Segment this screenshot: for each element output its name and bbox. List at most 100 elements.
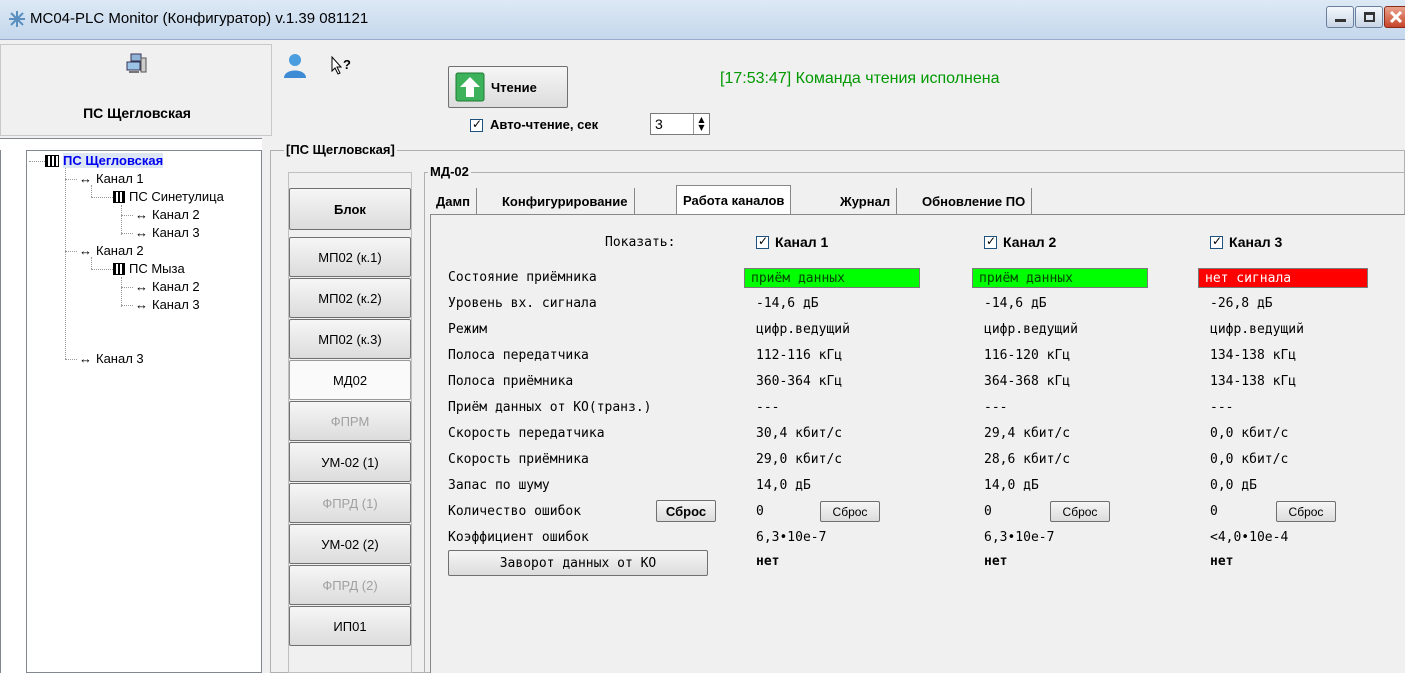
channel-3-noise-margin: 0,0 дБ <box>1210 478 1257 493</box>
channel-2-label: Канал 2 <box>1003 234 1057 250</box>
channel-1-loopback: нет <box>756 554 780 569</box>
device-name: ПС Щегловская <box>83 105 191 121</box>
channel-2-reset-button[interactable]: Сброс <box>1050 501 1110 522</box>
channel-1-rx-from-ko: --- <box>756 400 780 415</box>
tree-item-label: Канал 2 <box>152 207 200 222</box>
block-button[interactable]: Блок <box>289 188 411 230</box>
user-icon[interactable] <box>282 52 308 80</box>
device-icon <box>113 262 125 275</box>
tree-item-channel[interactable]: ↔ Канал 3 <box>79 351 144 366</box>
row-label-level: Уровень вх. сигнала <box>448 296 597 311</box>
tree-item-channel[interactable]: ↔ Канал 2 <box>135 207 200 222</box>
close-icon <box>1389 10 1403 24</box>
row-label-error-rate: Коэффициент ошибок <box>448 530 589 545</box>
tree-item-label: Канал 1 <box>96 171 144 186</box>
channel-3-state: нет сигнала <box>1198 268 1368 288</box>
tree-item-ps-sinetulitsa[interactable]: ПС Синетулица <box>113 189 224 204</box>
row-label-rx-from-ko: Приём данных от КО(транз.) <box>448 400 652 415</box>
auto-read-label: Авто-чтение, сек <box>490 117 599 132</box>
tab-config[interactable]: Конфигурирование <box>496 188 635 214</box>
device-panel: ПС Щегловская <box>0 44 272 136</box>
tree-top-border <box>0 138 262 150</box>
auto-read-checkbox[interactable] <box>470 117 483 133</box>
channel-icon: ↔ <box>135 225 148 240</box>
row-label-noise-margin: Запас по шуму <box>448 478 550 493</box>
channel-1-checkbox[interactable]: Канал 1 <box>756 234 828 250</box>
maximize-button[interactable] <box>1355 6 1383 28</box>
channel-2-level: -14,6 дБ <box>984 296 1047 311</box>
tab-channels[interactable]: Работа каналов <box>676 185 792 215</box>
channel-1-label: Канал 1 <box>775 234 829 250</box>
spinner-arrows-icon[interactable]: ▲ ▼ <box>693 114 709 134</box>
um02-1-button[interactable]: УМ-02 (1) <box>289 442 411 482</box>
channel-2-tx-band: 116-120 кГц <box>984 348 1071 363</box>
show-label: Показать: <box>605 235 676 250</box>
row-label-mode: Режим <box>448 322 488 337</box>
channel-3-checkbox[interactable]: Канал 3 <box>1210 234 1282 250</box>
tab-update[interactable]: Обновление ПО <box>916 188 1033 214</box>
tree-item-channel[interactable]: ↔ Канал 1 <box>79 171 144 186</box>
channel-3-label: Канал 3 <box>1229 234 1283 250</box>
channel-3-rx-from-ko: --- <box>1210 400 1234 415</box>
channel-1-rx-speed: 29,0 кбит/с <box>756 452 843 467</box>
um02-2-button[interactable]: УМ-02 (2) <box>289 524 411 564</box>
row-label-tx-speed: Скорость передатчика <box>448 426 605 441</box>
channel-2-tx-speed: 29,4 кбит/с <box>984 426 1071 441</box>
channel-3-loopback: нет <box>1210 554 1234 569</box>
channel-icon: ↔ <box>135 297 148 312</box>
tree-item-channel[interactable]: ↔ Канал 3 <box>135 297 200 312</box>
channel-2-error-rate: 6,3•10e-7 <box>984 530 1055 545</box>
channel-1-rx-band: 360-364 кГц <box>756 374 843 389</box>
channel-icon: ↔ <box>135 279 148 294</box>
ip01-button[interactable]: ИП01 <box>289 606 411 646</box>
tree-item-ps-scheglovskaya[interactable]: ПС Щегловская <box>45 153 164 168</box>
tree-left-border <box>0 138 26 673</box>
channel-2-rx-from-ko: --- <box>984 400 1008 415</box>
channel-3-tx-band: 134-138 кГц <box>1210 348 1297 363</box>
channel-1-reset-button[interactable]: Сброс <box>820 501 880 522</box>
tab-journal[interactable]: Журнал <box>834 188 898 214</box>
tree-item-channel[interactable]: ↔ Канал 2 <box>79 243 144 258</box>
channel-1-mode: цифр.ведущий <box>756 322 850 337</box>
row-label-rx-speed: Скорость приёмника <box>448 452 589 467</box>
md02-button[interactable]: МД02 <box>289 360 411 400</box>
channel-icon: ↔ <box>79 243 92 258</box>
close-button[interactable] <box>1384 6 1405 28</box>
mp02-k2-button[interactable]: МП02 (к.2) <box>289 278 411 318</box>
fprd-2-button: ФПРД (2) <box>289 565 411 605</box>
tree-item-channel[interactable]: ↔ Канал 2 <box>135 279 200 294</box>
read-button[interactable]: Чтение <box>448 66 568 108</box>
mp02-k3-button[interactable]: МП02 (к.3) <box>289 319 411 359</box>
checkbox-check-icon <box>984 234 997 249</box>
window-title: МС04-PLC Monitor (Конфигуратор) v.1.39 0… <box>30 10 369 27</box>
row-label-errors: Количество ошибок <box>448 504 582 519</box>
channel-2-mode: цифр.ведущий <box>984 322 1078 337</box>
channel-1-errors: 0 <box>756 504 764 519</box>
help-pointer-icon[interactable]: ? <box>330 55 354 78</box>
tree-item-label: Канал 2 <box>152 279 200 294</box>
fprm-button: ФПРМ <box>289 401 411 441</box>
channel-3-errors: 0 <box>1210 504 1218 519</box>
device-tree[interactable]: ПС Щегловская ↔ Канал 1 ПС Синетулица ↔ Ка… <box>26 150 262 673</box>
tree-item-label: Канал 3 <box>152 225 200 240</box>
channel-1-error-rate: 6,3•10e-7 <box>756 530 827 545</box>
tree-item-label: Канал 3 <box>96 351 144 366</box>
channel-3-reset-button[interactable]: Сброс <box>1276 501 1336 522</box>
row-label-state: Состояние приёмника <box>448 270 597 285</box>
loopback-button[interactable]: Заворот данных от КО <box>448 550 708 576</box>
mp02-k1-button[interactable]: МП02 (к.1) <box>289 237 411 277</box>
minimize-button[interactable] <box>1326 6 1354 28</box>
tree-item-ps-myza[interactable]: ПС Мыза <box>113 261 185 276</box>
reset-all-button[interactable]: Сброс <box>656 500 716 522</box>
tab-dump[interactable]: Дамп <box>430 188 477 214</box>
tree-item-channel[interactable]: ↔ Канал 3 <box>135 225 200 240</box>
channel-3-rx-band: 134-138 кГц <box>1210 374 1297 389</box>
channel-3-tx-speed: 0,0 кбит/с <box>1210 426 1289 441</box>
md02-group-title: МД-02 <box>428 164 471 179</box>
channel-icon: ↔ <box>79 171 92 186</box>
up-arrow-icon <box>455 72 485 102</box>
channel-3-mode: цифр.ведущий <box>1210 322 1304 337</box>
auto-read-spinner[interactable]: 3 ▲ ▼ <box>650 113 710 135</box>
channel-2-checkbox[interactable]: Канал 2 <box>984 234 1056 250</box>
device-icon <box>113 190 125 203</box>
